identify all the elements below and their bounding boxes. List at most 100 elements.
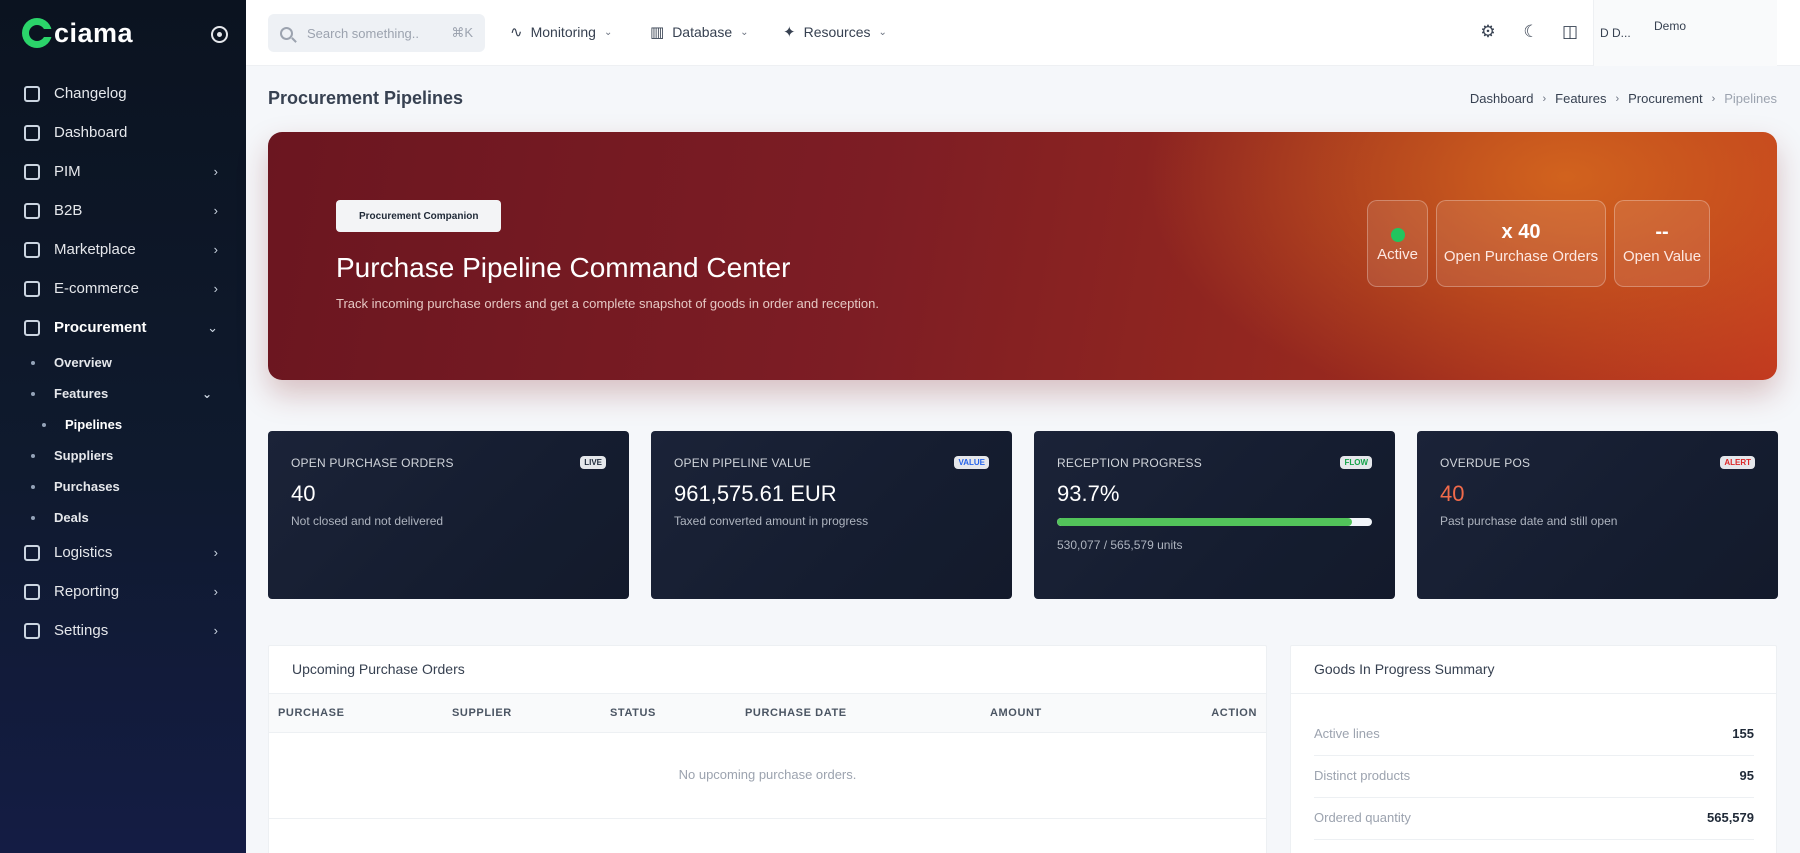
sidebar-item-changelog[interactable]: Changelog [0,74,246,113]
sidebar-subitem-pipelines[interactable]: Pipelines [0,409,246,440]
open-orders-pill: x 40 Open Purchase Orders [1436,200,1606,287]
summary-label: Active lines [1314,726,1380,741]
breadcrumb-current: Pipelines [1724,91,1777,106]
chevron-down-icon: ⌄ [878,26,887,38]
summary-label: Ordered quantity [1314,810,1411,825]
users-icon [24,202,40,219]
logo-icon [22,18,53,48]
sparkles-icon: ✦ [783,24,796,41]
menu-monitoring[interactable]: ∿ Monitoring ⌄ [510,23,612,41]
summary-value: 155 [1732,726,1754,741]
kpi-label: OPEN PURCHASE ORDERS [291,456,454,470]
column-header[interactable]: STATUS [610,707,656,719]
inbox-icon [24,319,40,336]
sidebar-nav: Changelog Dashboard PIM › B2B › Marketpl… [0,66,246,650]
summary-value: 565,579 [1707,810,1754,825]
divider [269,818,1266,819]
chevron-down-icon: ⌄ [740,26,749,38]
user-name: Demo [1654,19,1687,33]
menu-label: Database [672,24,733,40]
status-dot-icon [1390,228,1405,242]
status-pill: Active [1367,200,1428,287]
brand-name: ciama [54,17,134,48]
hero-subtitle: Track incoming purchase orders and get a… [336,296,879,311]
column-header[interactable]: SUPPLIER [452,707,512,719]
reception-progress-bar [1057,518,1372,526]
breadcrumb-separator-icon: › [1711,92,1716,105]
gear-icon [24,622,40,639]
page-title: Procurement Pipelines [268,88,464,108]
kpi-value: 93.7% [1057,481,1120,506]
moon-icon[interactable]: ☾ [1521,22,1541,42]
divider [1291,693,1776,694]
search-box[interactable]: ⌘K [268,14,485,52]
sidebar-item-ecommerce[interactable]: E-commerce › [0,269,246,308]
menu-label: Resources [803,24,871,40]
chevron-right-icon: › [213,242,218,257]
sidebar-item-settings[interactable]: Settings › [0,611,246,650]
open-value-value: -- [1655,221,1669,243]
kpi-label: OVERDUE POS [1440,456,1531,470]
settings-icon[interactable]: ⚙ [1478,22,1498,42]
kpi-label: OPEN PIPELINE VALUE [674,456,811,470]
chevron-right-icon: › [213,164,218,179]
column-header: ACTION [1211,707,1257,719]
brand: ciama [0,0,246,66]
sidebar-item-label: E-commerce [54,280,140,297]
chevron-right-icon: › [213,203,218,218]
sidebar-subitem-purchases[interactable]: Purchases [0,471,246,502]
breadcrumb-procurement[interactable]: Procurement [1628,91,1702,106]
database-icon: ▥ [650,24,665,41]
goods-summary-panel: Goods In Progress Summary Active lines 1… [1290,645,1777,853]
kpi-tag: ALERT [1720,456,1755,469]
laptop-icon [24,280,40,297]
notification-icon[interactable]: ◫ [1560,22,1580,42]
sidebar-item-reporting[interactable]: Reporting › [0,572,246,611]
chevron-down-icon: ⌄ [207,319,218,335]
summary-label: Distinct products [1314,768,1411,783]
sidebar-subitem-features[interactable]: Features ⌄ [0,378,246,409]
kpi-subtext: Past purchase date and still open [1440,514,1618,528]
box-icon [24,163,40,180]
chevron-right-icon: › [213,281,218,296]
user-menu[interactable]: D D... Demo [1593,0,1777,66]
column-header[interactable]: PURCHASE DATE [745,707,847,719]
summary-row: Distinct products 95 [1314,756,1754,798]
panel-title: Upcoming Purchase Orders [292,661,465,677]
column-header[interactable]: AMOUNT [990,707,1042,719]
sidebar-subitem-overview[interactable]: Overview [0,347,246,378]
chevron-down-icon: ⌄ [201,386,212,401]
kpi-tag: FLOW [1340,456,1372,469]
kpi-label: RECEPTION PROGRESS [1057,456,1202,470]
sidebar-item-logistics[interactable]: Logistics › [0,533,246,572]
sidebar-toggle-icon[interactable] [211,26,228,43]
sidebar-item-label: Procurement [54,319,147,336]
sidebar-item-procurement[interactable]: Procurement ⌄ [0,308,246,347]
kpi-value: 40 [1440,481,1465,506]
map-icon [24,85,40,102]
kpi-subtext: 530,077 / 565,579 units [1057,538,1183,552]
hero-banner: Procurement Companion Purchase Pipeline … [268,132,1777,380]
search-icon [280,26,293,40]
sidebar-item-label: Logistics [54,544,113,561]
bar-chart-icon [24,583,40,600]
menu-resources[interactable]: ✦ Resources ⌄ [783,23,887,41]
breadcrumb-dashboard[interactable]: Dashboard [1470,91,1534,106]
kpi-card-reception-progress: RECEPTION PROGRESS FLOW 93.7% 530,077 / … [1034,431,1395,599]
summary-row: Ordered quantity 565,579 [1314,798,1754,840]
breadcrumb-features[interactable]: Features [1555,91,1606,106]
search-input[interactable] [307,25,437,41]
sidebar-subitem-deals[interactable]: Deals [0,502,246,533]
sidebar-item-b2b[interactable]: B2B › [0,191,246,230]
menu-database[interactable]: ▥ Database ⌄ [650,23,749,41]
sidebar-subitem-suppliers[interactable]: Suppliers [0,440,246,471]
column-header[interactable]: PURCHASE [278,707,345,719]
sidebar-item-label: Changelog [54,85,127,102]
open-value-label: Open Value [1622,248,1702,265]
summary-value: 95 [1739,768,1754,783]
sidebar-item-pim[interactable]: PIM › [0,152,246,191]
sidebar-item-marketplace[interactable]: Marketplace › [0,230,246,269]
kpi-subtext: Taxed converted amount in progress [674,514,869,528]
empty-state: No upcoming purchase orders. [678,767,857,782]
sidebar-item-dashboard[interactable]: Dashboard [0,113,246,152]
